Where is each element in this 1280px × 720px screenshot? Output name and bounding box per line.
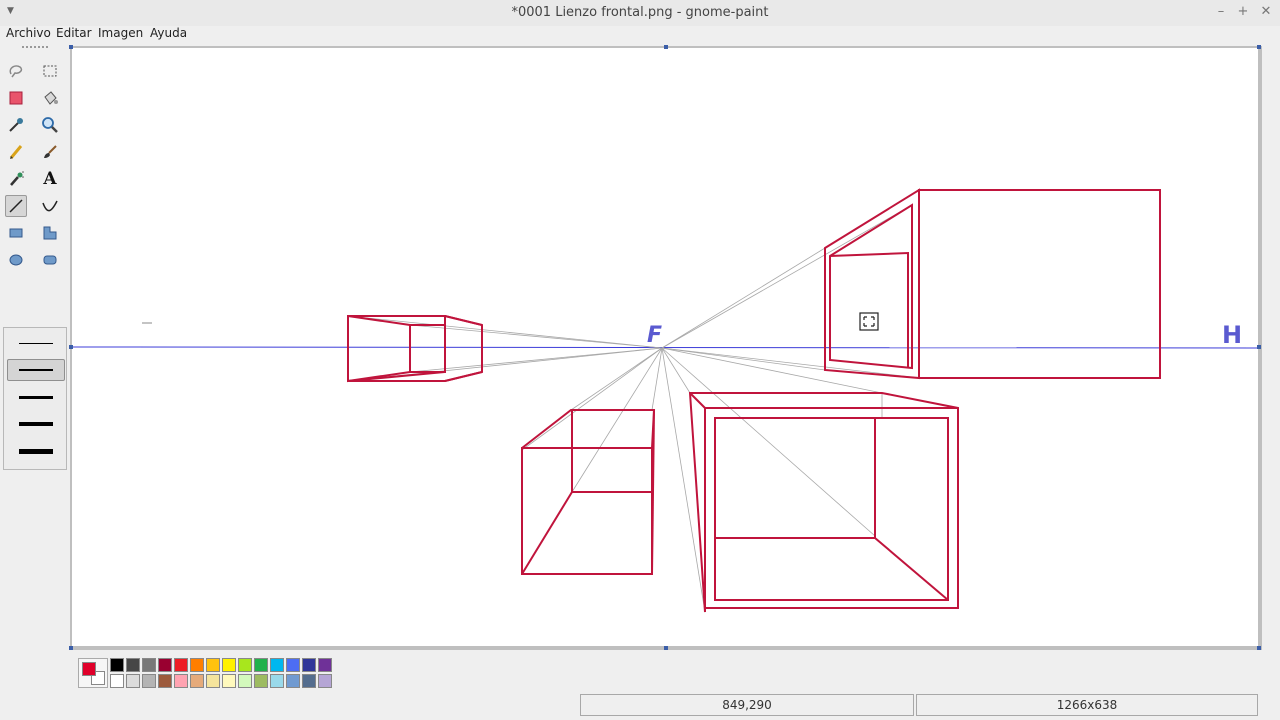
palette-swatch[interactable] xyxy=(110,674,124,688)
palette-swatch[interactable] xyxy=(190,674,204,688)
palette-swatch[interactable] xyxy=(142,674,156,688)
line-width-4[interactable] xyxy=(7,413,65,435)
palette-swatch[interactable] xyxy=(238,674,252,688)
menu-ayuda[interactable]: Ayuda xyxy=(150,26,187,40)
menu-archivo[interactable]: Archivo xyxy=(6,26,51,40)
close-button[interactable]: ✕ xyxy=(1258,4,1274,19)
palette-swatch[interactable] xyxy=(286,674,300,688)
minimize-button[interactable]: – xyxy=(1213,4,1229,19)
line-width-selector xyxy=(3,327,67,470)
palette-swatch[interactable] xyxy=(318,674,332,688)
menu-editar[interactable]: Editar xyxy=(56,26,92,40)
title-bar: ▼ *0001 Lienzo frontal.png - gnome-paint… xyxy=(0,0,1280,26)
eraser-icon[interactable] xyxy=(5,87,27,109)
status-bar: 849,290 1266x638 xyxy=(0,694,1280,720)
palette-swatch[interactable] xyxy=(142,658,156,672)
line-width-2[interactable] xyxy=(7,359,65,381)
maximize-button[interactable]: + xyxy=(1235,4,1251,19)
menu-imagen[interactable]: Imagen xyxy=(98,26,143,40)
palette-swatch[interactable] xyxy=(126,658,140,672)
drawing-canvas[interactable]: F H xyxy=(70,46,1262,650)
color-picker-icon[interactable] xyxy=(5,114,27,136)
pencil-icon[interactable] xyxy=(5,141,27,163)
resize-handle[interactable] xyxy=(69,646,73,650)
curve-icon[interactable] xyxy=(39,195,61,217)
zoom-icon[interactable] xyxy=(39,114,61,136)
palette-swatch[interactable] xyxy=(174,658,188,672)
fill-bucket-icon[interactable] xyxy=(39,87,61,109)
foreground-color-swatch[interactable] xyxy=(82,662,96,676)
resize-handle[interactable] xyxy=(1257,345,1261,349)
line-width-1[interactable] xyxy=(7,332,65,354)
airbrush-icon[interactable] xyxy=(5,168,27,190)
palette-swatch[interactable] xyxy=(174,674,188,688)
palette-swatch[interactable] xyxy=(158,658,172,672)
color-palette xyxy=(78,658,338,690)
paintbrush-icon[interactable] xyxy=(39,141,61,163)
palette-swatch[interactable] xyxy=(254,674,268,688)
resize-handle[interactable] xyxy=(69,45,73,49)
window-title: *0001 Lienzo frontal.png - gnome-paint xyxy=(511,5,769,20)
palette-swatch[interactable] xyxy=(222,674,236,688)
rect-select-icon[interactable] xyxy=(39,60,61,82)
rectangle-icon[interactable] xyxy=(5,222,27,244)
palette-swatch[interactable] xyxy=(270,674,284,688)
palette-swatch[interactable] xyxy=(222,658,236,672)
palette-swatch[interactable] xyxy=(302,658,316,672)
vertical-scrollbar[interactable] xyxy=(1264,46,1280,646)
vanishing-point-label: F xyxy=(647,323,662,348)
resize-handle[interactable] xyxy=(1257,646,1261,650)
palette-swatch[interactable] xyxy=(206,658,220,672)
rounded-rect-icon[interactable] xyxy=(39,249,61,271)
palette-swatch[interactable] xyxy=(302,674,316,688)
palette-swatch[interactable] xyxy=(206,674,220,688)
palette-swatch[interactable] xyxy=(254,658,268,672)
palette-swatch[interactable] xyxy=(238,658,252,672)
palette-swatch[interactable] xyxy=(190,658,204,672)
palette-swatch[interactable] xyxy=(270,658,284,672)
polygon-icon[interactable] xyxy=(39,222,61,244)
image-dimensions: 1266x638 xyxy=(916,694,1258,716)
palette-swatch[interactable] xyxy=(158,674,172,688)
palette-swatch[interactable] xyxy=(286,658,300,672)
cursor-icon xyxy=(859,312,879,331)
resize-handle[interactable] xyxy=(664,45,668,49)
palette-swatch[interactable] xyxy=(318,658,332,672)
toolbox: A xyxy=(0,44,70,644)
current-colors[interactable] xyxy=(78,658,108,688)
line-width-3[interactable] xyxy=(7,386,65,408)
horizon-label: H xyxy=(1222,321,1242,349)
menu-bar: Archivo Editar Imagen Ayuda xyxy=(0,26,1280,44)
palette-swatch[interactable] xyxy=(126,674,140,688)
line-width-5[interactable] xyxy=(7,440,65,462)
text-icon[interactable]: A xyxy=(39,168,61,190)
toolbox-grip[interactable] xyxy=(22,46,48,48)
resize-handle[interactable] xyxy=(1257,45,1261,49)
ellipse-icon[interactable] xyxy=(5,249,27,271)
resize-handle[interactable] xyxy=(664,646,668,650)
line-icon[interactable] xyxy=(5,195,27,217)
free-select-icon[interactable] xyxy=(5,60,27,82)
cursor-coordinates: 849,290 xyxy=(580,694,914,716)
palette-swatch[interactable] xyxy=(110,658,124,672)
canvas-area[interactable]: F H xyxy=(69,45,1262,650)
resize-handle[interactable] xyxy=(69,345,73,349)
